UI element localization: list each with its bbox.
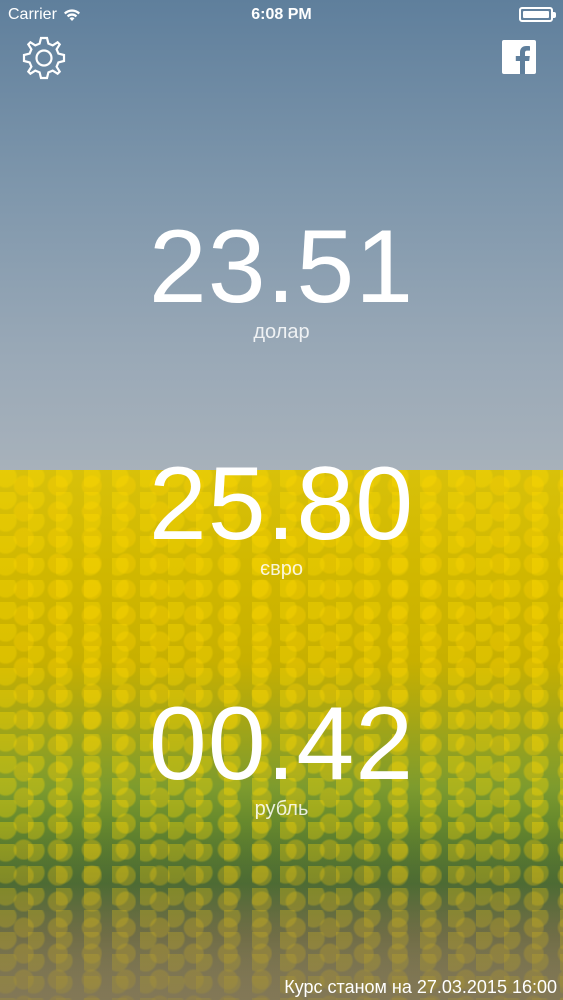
usd-rate: 23.51 долар bbox=[0, 215, 563, 344]
facebook-icon bbox=[515, 46, 530, 74]
rub-rate: 00.42 рубль bbox=[0, 692, 563, 821]
eur-rate-label: євро bbox=[259, 558, 304, 580]
usd-rate-value: 23.51 bbox=[148, 209, 415, 325]
rub-rate-label: рубль bbox=[254, 798, 309, 820]
clock: 6:08 PM bbox=[251, 6, 312, 23]
rub-rate-value: 00.42 bbox=[148, 686, 415, 802]
grass bbox=[0, 820, 563, 1000]
gear-icon[interactable] bbox=[20, 34, 68, 82]
battery-fill bbox=[523, 11, 549, 18]
rate-date-footer: Курс станом на 27.03.2015 16:00 bbox=[284, 977, 557, 997]
eur-rate: 25.80 євро bbox=[0, 452, 563, 581]
eur-rate-value: 25.80 bbox=[148, 446, 415, 562]
facebook-button[interactable] bbox=[502, 40, 536, 74]
battery-icon bbox=[519, 7, 556, 22]
usd-rate-label: долар bbox=[253, 321, 310, 343]
status-bar: Carrier 6:08 PM bbox=[0, 0, 563, 30]
